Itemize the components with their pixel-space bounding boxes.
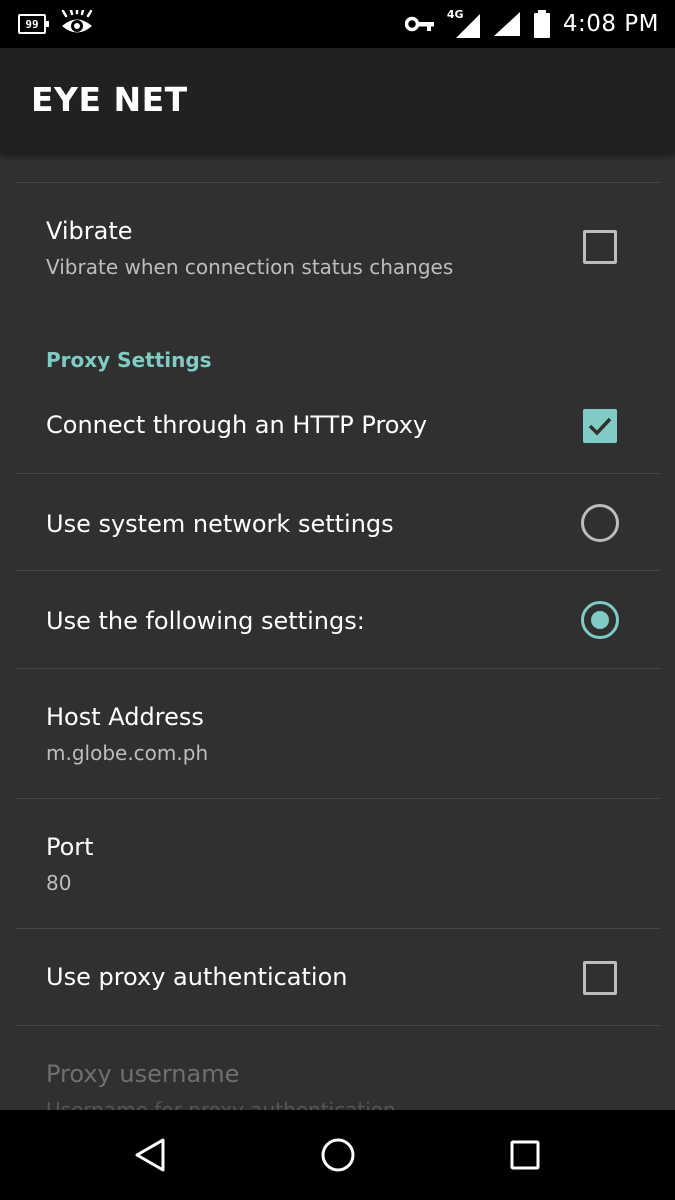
navigation-bar (0, 1110, 675, 1200)
eye-icon (61, 10, 93, 33)
status-time: 4:08 PM (562, 11, 659, 37)
system-network-radio[interactable] (581, 504, 619, 542)
port-preference[interactable]: Port 80 (0, 799, 675, 928)
http-proxy-preference[interactable]: Connect through an HTTP Proxy (0, 383, 675, 473)
proxy-auth-preference[interactable]: Use proxy authentication (0, 929, 675, 1025)
wifi-signal-icon (493, 12, 520, 36)
following-settings-title: Use the following settings: (46, 607, 365, 635)
battery-saver-icon: 99 (18, 14, 49, 34)
status-bar: 99 4G 4:08 PM (0, 0, 675, 48)
battery-icon (533, 10, 550, 38)
vibrate-preference[interactable]: Vibrate Vibrate when connection status c… (0, 183, 675, 311)
proxy-auth-title: Use proxy authentication (46, 963, 348, 991)
vibrate-checkbox[interactable] (583, 230, 617, 264)
following-settings-radio[interactable] (581, 601, 619, 639)
status-bar-left: 99 (18, 10, 94, 38)
checkmark-icon (588, 417, 612, 436)
host-address-preference[interactable]: Host Address m.globe.com.ph (0, 669, 675, 798)
battery-saver-label: 99 (25, 17, 39, 31)
http-proxy-title: Connect through an HTTP Proxy (46, 411, 428, 439)
proxy-username-preference: Proxy username Username for proxy authen… (0, 1026, 675, 1110)
http-proxy-checkbox[interactable] (583, 409, 617, 443)
host-address-title: Host Address (46, 703, 204, 731)
back-icon[interactable] (131, 1135, 171, 1175)
vpn-key-icon (404, 16, 434, 32)
system-network-preference[interactable]: Use system network settings (0, 474, 675, 570)
proxy-username-title: Proxy username (46, 1060, 240, 1088)
preferences-list[interactable]: Vibrate Vibrate when connection status c… (0, 153, 675, 1110)
cellular-signal-icon: 4G (447, 8, 481, 40)
port-value: 80 (46, 871, 72, 895)
following-settings-preference[interactable]: Use the following settings: (0, 571, 675, 668)
vibrate-title: Vibrate (46, 217, 133, 245)
host-address-value: m.globe.com.ph (46, 741, 209, 765)
home-icon[interactable] (318, 1135, 358, 1175)
app-bar: EYE NET (0, 48, 675, 153)
page-title: EYE NET (31, 80, 188, 119)
proxy-username-summary: Username for proxy authentication (46, 1098, 396, 1110)
port-title: Port (46, 833, 94, 861)
status-bar-right: 4G 4:08 PM (404, 8, 659, 40)
proxy-settings-category: Proxy Settings (46, 348, 212, 372)
proxy-auth-checkbox[interactable] (583, 961, 617, 995)
system-network-title: Use system network settings (46, 510, 394, 538)
recents-icon[interactable] (505, 1135, 545, 1175)
vibrate-summary: Vibrate when connection status changes (46, 255, 454, 279)
